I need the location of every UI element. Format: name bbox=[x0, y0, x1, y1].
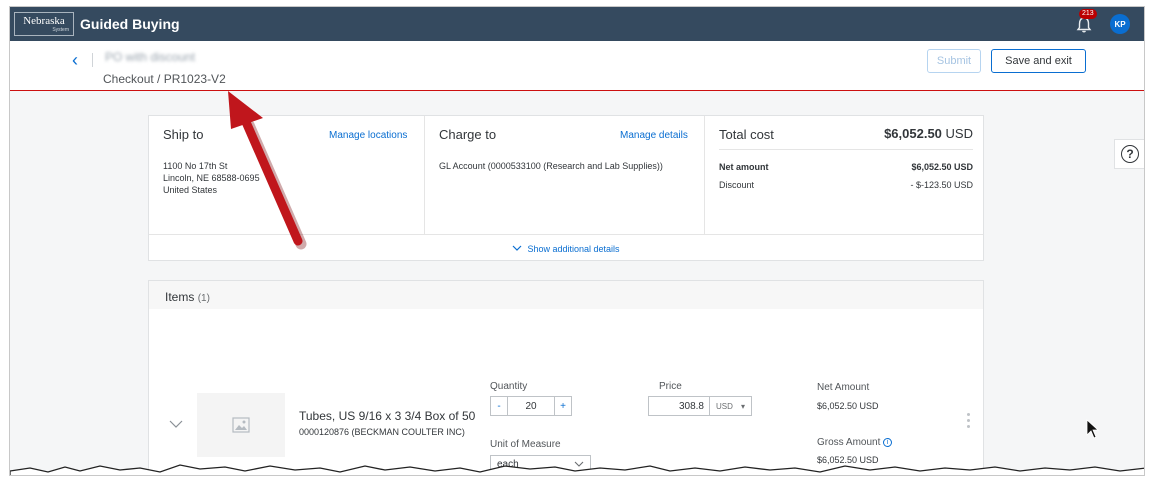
annotation-overlay bbox=[228, 91, 1100, 439]
torn-edge bbox=[10, 464, 1144, 475]
annotation-arrow-icon bbox=[228, 91, 307, 250]
app-window: Nebraska System Guided Buying 213 KP ‹ P… bbox=[9, 6, 1145, 476]
mouse-cursor-icon bbox=[1086, 419, 1100, 439]
